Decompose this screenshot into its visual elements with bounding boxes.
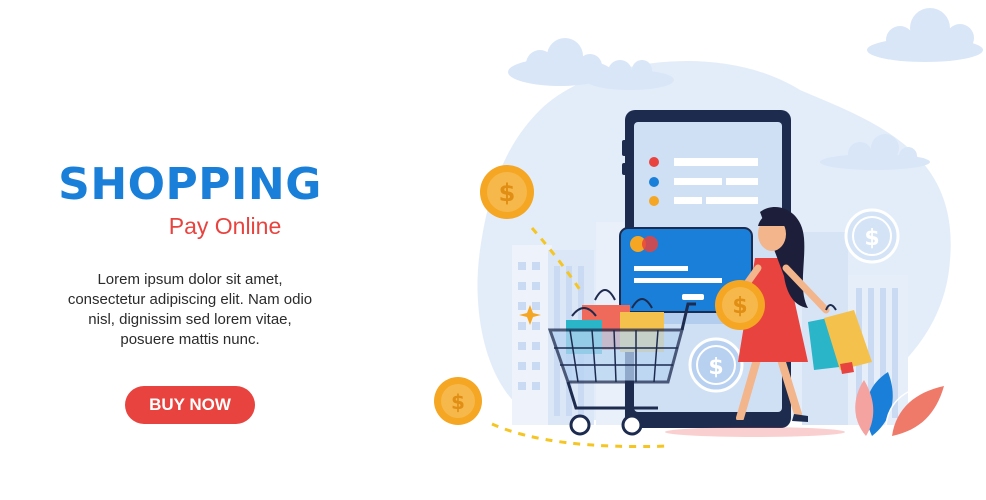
cloud-icon xyxy=(867,8,983,62)
buy-now-button[interactable]: BUY NOW xyxy=(125,386,255,424)
coin-icon: $ xyxy=(480,165,534,219)
dollar-icon: $ xyxy=(844,208,900,264)
page-title: SHOPPING xyxy=(58,159,322,210)
dollar-symbol: $ xyxy=(708,355,723,380)
hero-description: Lorem ipsum dolor sit amet, consectetur … xyxy=(67,271,313,348)
dollar-icon: $ xyxy=(688,337,744,393)
hero-text-panel: SHOPPING Pay Online Lorem ipsum dolor si… xyxy=(40,150,340,424)
coin-symbol: $ xyxy=(451,390,465,414)
coin-symbol: $ xyxy=(499,179,516,207)
page-subtitle: Pay Online xyxy=(168,213,282,239)
status-dot xyxy=(649,196,659,206)
status-dot xyxy=(649,177,659,187)
dollar-symbol: $ xyxy=(864,226,879,251)
coin-symbol: $ xyxy=(732,294,747,319)
coin-icon: $ xyxy=(715,280,765,330)
coin-icon: $ xyxy=(434,377,482,425)
online-shopping-illustration: $ $ $ $ $ xyxy=(434,8,983,449)
status-dot xyxy=(649,157,659,167)
